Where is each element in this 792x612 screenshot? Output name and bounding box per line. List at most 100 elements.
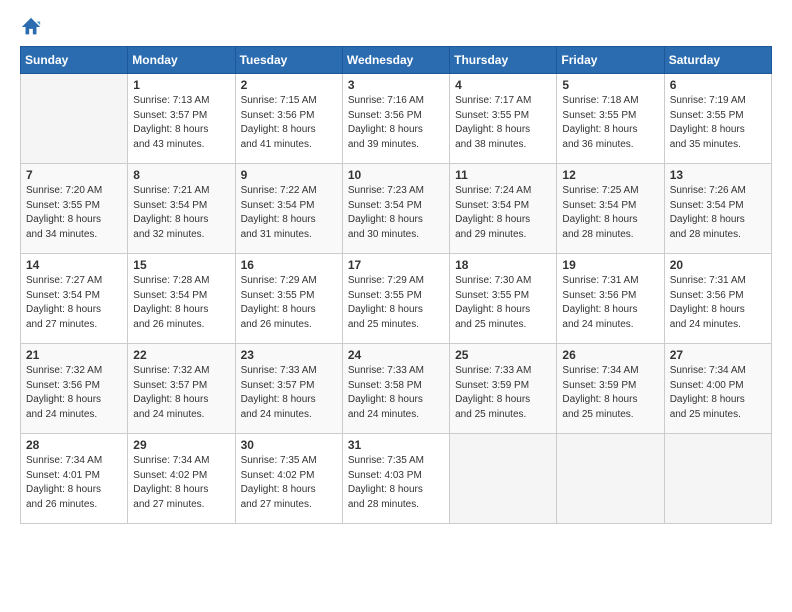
cell-content: Sunrise: 7:33 AM Sunset: 3:58 PM Dayligh… xyxy=(348,364,444,422)
day-header-friday: Friday xyxy=(557,47,664,74)
week-row-1: 1 Sunrise: 7:13 AM Sunset: 3:57 PM Daylig… xyxy=(21,74,772,164)
day-number: 26 xyxy=(562,348,658,362)
cell-content: Sunrise: 7:34 AM Sunset: 4:02 PM Dayligh… xyxy=(133,454,229,512)
day-number: 6 xyxy=(670,78,766,92)
day-number: 2 xyxy=(241,78,337,92)
day-header-saturday: Saturday xyxy=(664,47,771,74)
cell-content: Sunrise: 7:35 AM Sunset: 4:03 PM Dayligh… xyxy=(348,454,444,512)
calendar-cell: 14 Sunrise: 7:27 AM Sunset: 3:54 PM Dayli… xyxy=(21,254,128,344)
cell-content: Sunrise: 7:23 AM Sunset: 3:54 PM Dayligh… xyxy=(348,184,444,242)
day-number: 22 xyxy=(133,348,229,362)
calendar-cell: 22 Sunrise: 7:32 AM Sunset: 3:57 PM Dayli… xyxy=(128,344,235,434)
calendar-table: SundayMondayTuesdayWednesdayThursdayFrid… xyxy=(20,46,772,524)
logo xyxy=(20,16,46,38)
day-header-thursday: Thursday xyxy=(450,47,557,74)
cell-content: Sunrise: 7:16 AM Sunset: 3:56 PM Dayligh… xyxy=(348,94,444,152)
calendar-cell: 29 Sunrise: 7:34 AM Sunset: 4:02 PM Dayli… xyxy=(128,434,235,524)
day-number: 14 xyxy=(26,258,122,272)
week-row-5: 28 Sunrise: 7:34 AM Sunset: 4:01 PM Dayli… xyxy=(21,434,772,524)
day-number: 7 xyxy=(26,168,122,182)
cell-content: Sunrise: 7:20 AM Sunset: 3:55 PM Dayligh… xyxy=(26,184,122,242)
cell-content: Sunrise: 7:25 AM Sunset: 3:54 PM Dayligh… xyxy=(562,184,658,242)
day-number: 29 xyxy=(133,438,229,452)
calendar-cell: 31 Sunrise: 7:35 AM Sunset: 4:03 PM Dayli… xyxy=(342,434,449,524)
calendar-cell: 18 Sunrise: 7:30 AM Sunset: 3:55 PM Dayli… xyxy=(450,254,557,344)
cell-content: Sunrise: 7:34 AM Sunset: 4:01 PM Dayligh… xyxy=(26,454,122,512)
cell-content: Sunrise: 7:30 AM Sunset: 3:55 PM Dayligh… xyxy=(455,274,551,332)
day-number: 12 xyxy=(562,168,658,182)
day-number: 24 xyxy=(348,348,444,362)
calendar-cell: 30 Sunrise: 7:35 AM Sunset: 4:02 PM Dayli… xyxy=(235,434,342,524)
day-headers-row: SundayMondayTuesdayWednesdayThursdayFrid… xyxy=(21,47,772,74)
calendar-cell: 24 Sunrise: 7:33 AM Sunset: 3:58 PM Dayli… xyxy=(342,344,449,434)
day-number: 23 xyxy=(241,348,337,362)
day-number: 16 xyxy=(241,258,337,272)
cell-content: Sunrise: 7:29 AM Sunset: 3:55 PM Dayligh… xyxy=(241,274,337,332)
day-number: 8 xyxy=(133,168,229,182)
calendar-cell: 6 Sunrise: 7:19 AM Sunset: 3:55 PM Daylig… xyxy=(664,74,771,164)
calendar-cell: 11Sunrise: 7:24 AM Sunset: 3:54 PM Dayli… xyxy=(450,164,557,254)
calendar-cell: 19 Sunrise: 7:31 AM Sunset: 3:56 PM Dayli… xyxy=(557,254,664,344)
cell-content: Sunrise: 7:27 AM Sunset: 3:54 PM Dayligh… xyxy=(26,274,122,332)
cell-content: Sunrise: 7:31 AM Sunset: 3:56 PM Dayligh… xyxy=(670,274,766,332)
calendar-header: SundayMondayTuesdayWednesdayThursdayFrid… xyxy=(21,47,772,74)
cell-content: Sunrise: 7:29 AM Sunset: 3:55 PM Dayligh… xyxy=(348,274,444,332)
cell-content: Sunrise: 7:35 AM Sunset: 4:02 PM Dayligh… xyxy=(241,454,337,512)
day-number: 17 xyxy=(348,258,444,272)
cell-content: Sunrise: 7:19 AM Sunset: 3:55 PM Dayligh… xyxy=(670,94,766,152)
cell-content: Sunrise: 7:31 AM Sunset: 3:56 PM Dayligh… xyxy=(562,274,658,332)
day-header-tuesday: Tuesday xyxy=(235,47,342,74)
day-header-monday: Monday xyxy=(128,47,235,74)
calendar-cell: 27 Sunrise: 7:34 AM Sunset: 4:00 PM Dayli… xyxy=(664,344,771,434)
cell-content: Sunrise: 7:32 AM Sunset: 3:57 PM Dayligh… xyxy=(133,364,229,422)
cell-content: Sunrise: 7:21 AM Sunset: 3:54 PM Dayligh… xyxy=(133,184,229,242)
day-number: 4 xyxy=(455,78,551,92)
day-number: 3 xyxy=(348,78,444,92)
calendar-cell: 7 Sunrise: 7:20 AM Sunset: 3:55 PM Daylig… xyxy=(21,164,128,254)
calendar-cell: 25 Sunrise: 7:33 AM Sunset: 3:59 PM Dayli… xyxy=(450,344,557,434)
day-number: 28 xyxy=(26,438,122,452)
day-number: 13 xyxy=(670,168,766,182)
calendar-cell: 5Sunrise: 7:18 AM Sunset: 3:55 PM Daylig… xyxy=(557,74,664,164)
cell-content: Sunrise: 7:32 AM Sunset: 3:56 PM Dayligh… xyxy=(26,364,122,422)
calendar-cell: 20 Sunrise: 7:31 AM Sunset: 3:56 PM Dayli… xyxy=(664,254,771,344)
day-number: 30 xyxy=(241,438,337,452)
day-number: 25 xyxy=(455,348,551,362)
day-number: 11 xyxy=(455,168,551,182)
cell-content: Sunrise: 7:26 AM Sunset: 3:54 PM Dayligh… xyxy=(670,184,766,242)
calendar-cell: 10 Sunrise: 7:23 AM Sunset: 3:54 PM Dayli… xyxy=(342,164,449,254)
day-number: 18 xyxy=(455,258,551,272)
day-header-wednesday: Wednesday xyxy=(342,47,449,74)
day-number: 1 xyxy=(133,78,229,92)
cell-content: Sunrise: 7:33 AM Sunset: 3:59 PM Dayligh… xyxy=(455,364,551,422)
calendar-cell: 26Sunrise: 7:34 AM Sunset: 3:59 PM Dayli… xyxy=(557,344,664,434)
day-number: 31 xyxy=(348,438,444,452)
calendar-cell: 8 Sunrise: 7:21 AM Sunset: 3:54 PM Daylig… xyxy=(128,164,235,254)
day-number: 15 xyxy=(133,258,229,272)
day-header-sunday: Sunday xyxy=(21,47,128,74)
week-row-3: 14 Sunrise: 7:27 AM Sunset: 3:54 PM Dayli… xyxy=(21,254,772,344)
day-number: 27 xyxy=(670,348,766,362)
cell-content: Sunrise: 7:28 AM Sunset: 3:54 PM Dayligh… xyxy=(133,274,229,332)
day-number: 10 xyxy=(348,168,444,182)
day-number: 20 xyxy=(670,258,766,272)
day-number: 21 xyxy=(26,348,122,362)
calendar-body: 1 Sunrise: 7:13 AM Sunset: 3:57 PM Daylig… xyxy=(21,74,772,524)
calendar-cell xyxy=(450,434,557,524)
cell-content: Sunrise: 7:17 AM Sunset: 3:55 PM Dayligh… xyxy=(455,94,551,152)
week-row-2: 7 Sunrise: 7:20 AM Sunset: 3:55 PM Daylig… xyxy=(21,164,772,254)
logo-icon xyxy=(20,16,42,38)
day-number: 19 xyxy=(562,258,658,272)
calendar-cell: 13 Sunrise: 7:26 AM Sunset: 3:54 PM Dayli… xyxy=(664,164,771,254)
calendar-cell: 28 Sunrise: 7:34 AM Sunset: 4:01 PM Dayli… xyxy=(21,434,128,524)
calendar-cell: 16 Sunrise: 7:29 AM Sunset: 3:55 PM Dayli… xyxy=(235,254,342,344)
calendar-cell: 12 Sunrise: 7:25 AM Sunset: 3:54 PM Dayli… xyxy=(557,164,664,254)
page-header xyxy=(20,16,772,38)
cell-content: Sunrise: 7:13 AM Sunset: 3:57 PM Dayligh… xyxy=(133,94,229,152)
calendar-cell: 4 Sunrise: 7:17 AM Sunset: 3:55 PM Daylig… xyxy=(450,74,557,164)
week-row-4: 21 Sunrise: 7:32 AM Sunset: 3:56 PM Dayli… xyxy=(21,344,772,434)
cell-content: Sunrise: 7:34 AM Sunset: 4:00 PM Dayligh… xyxy=(670,364,766,422)
calendar-cell: 23Sunrise: 7:33 AM Sunset: 3:57 PM Dayli… xyxy=(235,344,342,434)
calendar-cell: 15 Sunrise: 7:28 AM Sunset: 3:54 PM Dayli… xyxy=(128,254,235,344)
calendar-cell xyxy=(664,434,771,524)
